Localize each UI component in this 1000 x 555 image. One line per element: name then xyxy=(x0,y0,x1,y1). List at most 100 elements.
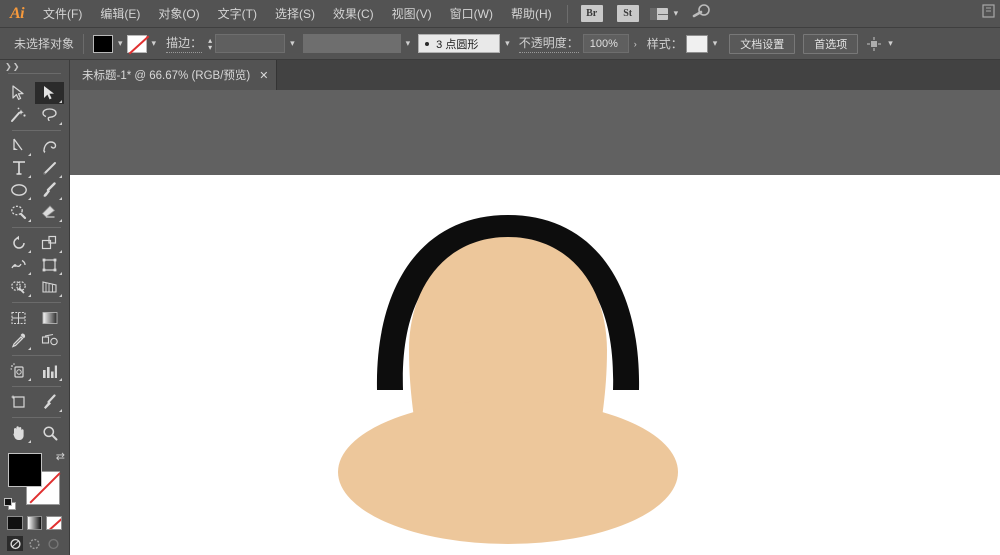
draw-normal-icon[interactable] xyxy=(7,536,23,551)
preferences-button[interactable]: 首选项 xyxy=(803,34,858,54)
menu-object[interactable]: 对象(O) xyxy=(149,0,208,28)
document-setup-button[interactable]: 文档设置 xyxy=(729,34,795,54)
free-transform-tool[interactable] xyxy=(35,254,64,276)
hand-tool[interactable] xyxy=(4,422,33,444)
fill-stroke-controls: ⇄ xyxy=(0,450,70,512)
bridge-button[interactable]: Br xyxy=(581,5,603,22)
workspace-switcher-icon[interactable]: ▾ xyxy=(650,8,679,20)
menu-type[interactable]: 文字(T) xyxy=(209,0,266,28)
align-objects-icon[interactable] xyxy=(866,36,882,52)
menu-file[interactable]: 文件(F) xyxy=(34,0,91,28)
menu-window[interactable]: 窗口(W) xyxy=(441,0,502,28)
zoom-tool[interactable] xyxy=(35,422,64,444)
column-graph-tool[interactable] xyxy=(35,360,64,382)
paintbrush-tool[interactable] xyxy=(35,179,64,201)
screen-mode-icon[interactable] xyxy=(0,551,69,555)
gradient-tool[interactable] xyxy=(35,307,64,329)
opacity-input[interactable]: 100% xyxy=(583,34,629,53)
stroke-weight-dropdown-icon[interactable]: ▾ xyxy=(290,38,295,49)
stroke-color-swatch[interactable] xyxy=(127,35,147,53)
fill-color-indicator[interactable] xyxy=(8,453,42,487)
brush-dropdown-icon[interactable]: ▾ xyxy=(505,38,510,49)
menu-edit[interactable]: 编辑(E) xyxy=(91,0,149,28)
stroke-weight-label[interactable]: 描边： xyxy=(166,34,202,53)
tool-divider-3 xyxy=(12,302,61,303)
lasso-tool[interactable] xyxy=(35,104,64,126)
tools-panel: ❯❯ xyxy=(0,60,70,555)
brush-preview-icon xyxy=(425,42,429,46)
close-icon[interactable]: ✕ xyxy=(259,69,268,82)
line-segment-tool[interactable] xyxy=(35,157,64,179)
stroke-weight-stepper[interactable]: ▴▾ xyxy=(208,37,212,51)
none-swatch-icon[interactable] xyxy=(46,516,62,530)
tool-divider-2 xyxy=(12,227,61,228)
canvas-area[interactable] xyxy=(70,90,1000,555)
artboard[interactable] xyxy=(70,175,1000,555)
tool-divider-5 xyxy=(12,386,61,387)
draw-inside-icon[interactable] xyxy=(46,536,62,551)
shape-builder-tool[interactable] xyxy=(4,276,33,298)
gradient-swatch-icon[interactable] xyxy=(27,516,43,530)
symbol-sprayer-tool[interactable] xyxy=(4,360,33,382)
type-tool[interactable] xyxy=(4,157,33,179)
swap-fill-stroke-icon[interactable]: ⇄ xyxy=(56,450,65,463)
stroke-weight-input[interactable] xyxy=(215,34,285,53)
variable-width-dropdown-icon[interactable]: ▾ xyxy=(406,38,411,49)
scale-tool[interactable] xyxy=(35,232,64,254)
control-bar: 未选择对象 ▾ ▾ 描边： ▴▾ ▾ ▾ 3 点圆形 ▾ 不透明度： 100% … xyxy=(0,28,1000,60)
graphic-style-swatch[interactable] xyxy=(686,35,708,53)
panel-edge-icon xyxy=(982,3,996,24)
mesh-tool[interactable] xyxy=(4,307,33,329)
document-tab-title: 未标题-1* @ 66.67% (RGB/预览) xyxy=(82,67,250,83)
avatar-illustration[interactable] xyxy=(70,175,1000,555)
search-icon[interactable] xyxy=(692,3,712,24)
eraser-tool[interactable] xyxy=(35,201,64,223)
blend-tool[interactable] xyxy=(35,329,64,351)
magic-wand-tool[interactable] xyxy=(4,104,33,126)
curvature-tool[interactable] xyxy=(35,135,64,157)
menu-divider xyxy=(567,5,568,23)
color-swatch-icon[interactable] xyxy=(7,516,23,530)
align-dropdown-icon[interactable]: ▾ xyxy=(888,38,893,49)
opacity-label[interactable]: 不透明度： xyxy=(519,34,579,53)
ellipse-tool[interactable] xyxy=(4,179,33,201)
artboard-tool[interactable] xyxy=(4,391,33,413)
opacity-more-icon[interactable]: › xyxy=(634,39,637,49)
toolbar-collapse-button[interactable]: ❯❯ xyxy=(0,60,69,73)
brush-definition-select[interactable]: 3 点圆形 xyxy=(418,34,500,53)
draw-behind-icon[interactable] xyxy=(26,536,42,551)
pen-tool[interactable] xyxy=(4,135,33,157)
control-divider xyxy=(83,34,84,54)
slice-tool[interactable] xyxy=(35,391,64,413)
stroke-dropdown-icon[interactable]: ▾ xyxy=(152,38,157,49)
style-label: 样式： xyxy=(647,35,683,52)
draw-mode-buttons xyxy=(0,530,69,551)
fill-color-swatch[interactable] xyxy=(93,35,113,53)
tool-divider xyxy=(12,130,61,131)
selection-tool[interactable] xyxy=(4,82,33,104)
tool-grid xyxy=(0,82,70,444)
shaper-tool[interactable] xyxy=(4,201,33,223)
direct-selection-tool[interactable] xyxy=(35,82,64,104)
color-mode-buttons xyxy=(0,512,69,530)
style-dropdown-icon[interactable]: ▾ xyxy=(713,38,718,49)
menu-help[interactable]: 帮助(H) xyxy=(502,0,561,28)
eyedropper-tool[interactable] xyxy=(4,329,33,351)
stock-button[interactable]: St xyxy=(617,5,639,22)
document-tab[interactable]: 未标题-1* @ 66.67% (RGB/预览) ✕ xyxy=(70,60,277,90)
brush-definition-label: 3 点圆形 xyxy=(436,36,478,52)
menu-bar: Ai 文件(F) 编辑(E) 对象(O) 文字(T) 选择(S) 效果(C) 视… xyxy=(0,0,1000,28)
tool-divider-6 xyxy=(12,417,61,418)
default-fill-stroke-icon[interactable] xyxy=(4,498,16,510)
menu-view[interactable]: 视图(V) xyxy=(383,0,441,28)
tool-divider-4 xyxy=(12,355,61,356)
variable-width-profile[interactable] xyxy=(303,34,401,53)
fill-dropdown-icon[interactable]: ▾ xyxy=(118,38,123,49)
perspective-grid-tool[interactable] xyxy=(35,276,64,298)
menu-select[interactable]: 选择(S) xyxy=(266,0,324,28)
illustrator-window: Ai 文件(F) 编辑(E) 对象(O) 文字(T) 选择(S) 效果(C) 视… xyxy=(0,0,1000,555)
rotate-tool[interactable] xyxy=(4,232,33,254)
width-tool[interactable] xyxy=(4,254,33,276)
toolbar-grip[interactable] xyxy=(8,73,61,82)
menu-effect[interactable]: 效果(C) xyxy=(324,0,383,28)
